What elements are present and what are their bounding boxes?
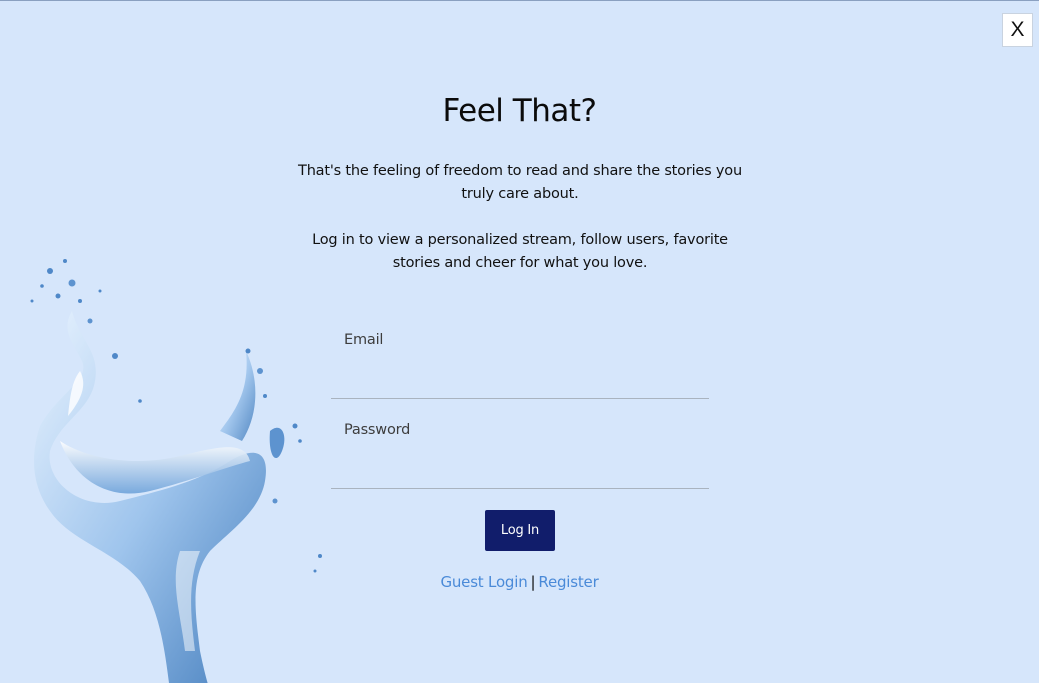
register-link[interactable]: Register xyxy=(538,573,598,591)
login-info-text: Log in to view a personalized stream, fo… xyxy=(312,232,728,271)
email-label: Email xyxy=(344,332,384,348)
password-input[interactable] xyxy=(331,460,713,486)
email-input[interactable] xyxy=(331,370,713,396)
intro-text: That's the feeling of freedom to read an… xyxy=(298,163,742,202)
water-splash-image xyxy=(30,259,322,683)
close-button[interactable]: X xyxy=(1002,13,1033,47)
password-label: Password xyxy=(344,422,411,438)
auth-links: Guest Login | Register xyxy=(0,573,1039,591)
guest-login-link[interactable]: Guest Login xyxy=(440,573,527,591)
login-modal: X Feel That? That's the feeling of freed… xyxy=(0,0,1039,683)
link-separator: | xyxy=(530,573,536,591)
login-button[interactable]: Log In xyxy=(485,510,555,551)
email-field: Email xyxy=(331,332,713,399)
password-field: Password xyxy=(331,422,713,489)
page-title: Feel That? xyxy=(442,93,597,129)
